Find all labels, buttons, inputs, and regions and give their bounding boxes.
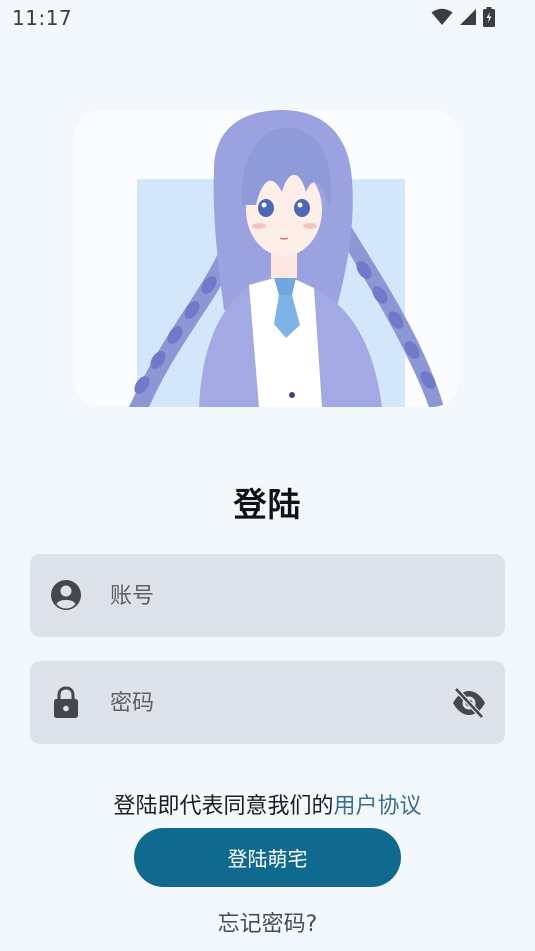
- status-bar: 11:17: [0, 0, 535, 36]
- hero-image: [74, 110, 460, 407]
- lock-icon: [49, 685, 83, 719]
- wifi-icon: [431, 8, 453, 26]
- battery-charging-icon: [483, 7, 495, 27]
- account-circle-icon: [49, 578, 83, 612]
- status-time: 11:17: [12, 6, 73, 30]
- agreement-text: 登陆即代表同意我们的用户协议: [0, 788, 535, 820]
- forgot-password-link[interactable]: 忘记密码?: [0, 906, 535, 938]
- account-input[interactable]: [108, 574, 442, 618]
- login-button[interactable]: 登陆萌宅: [134, 828, 401, 887]
- signal-icon: [459, 8, 477, 26]
- page-title: 登陆: [233, 485, 302, 524]
- account-field[interactable]: [30, 554, 505, 637]
- agreement-prefix: 登陆即代表同意我们的: [113, 794, 334, 819]
- status-icons: [431, 7, 495, 27]
- user-agreement-link[interactable]: 用户协议: [334, 794, 422, 819]
- password-input[interactable]: [108, 681, 442, 725]
- visibility-off-icon[interactable]: [451, 685, 487, 721]
- password-field[interactable]: [30, 661, 505, 744]
